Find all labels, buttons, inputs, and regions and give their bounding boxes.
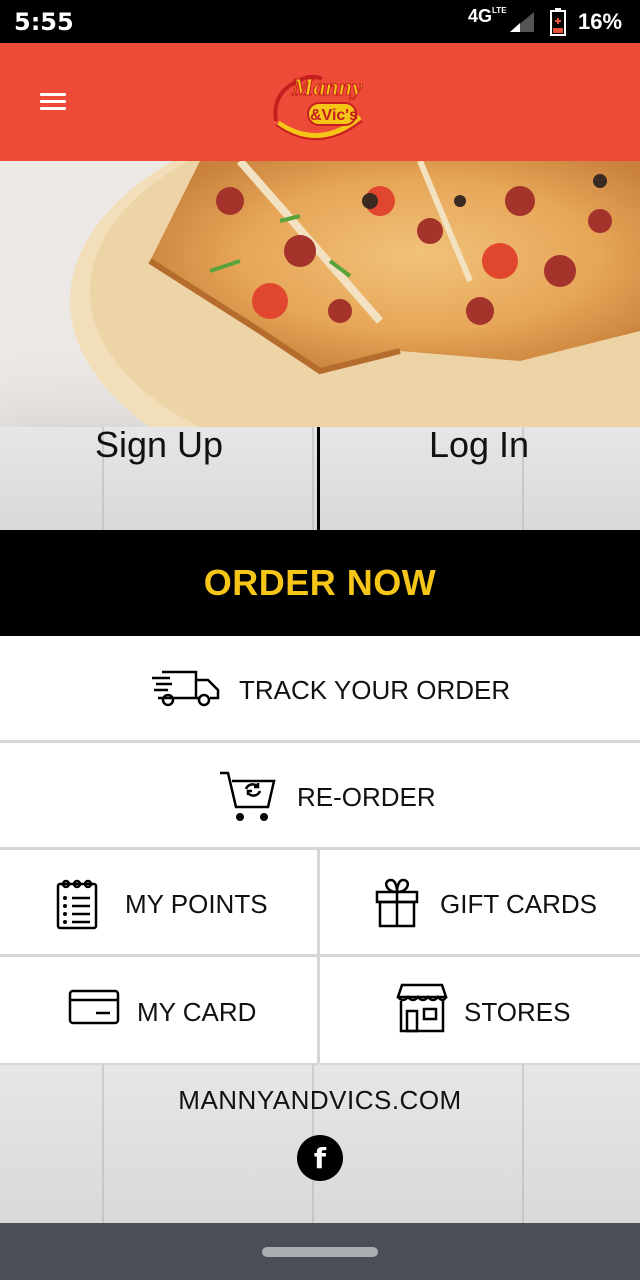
gift-icon — [375, 878, 419, 928]
sign-up-button[interactable]: Sign Up — [0, 424, 318, 530]
credit-card-icon — [68, 989, 120, 1025]
hamburger-menu-icon[interactable] — [40, 93, 66, 111]
svg-text:&Vic's: &Vic's — [310, 107, 358, 124]
log-in-button[interactable]: Log In — [320, 424, 638, 530]
reorder-button[interactable]: RE-ORDER — [0, 743, 640, 850]
home-gesture-pill[interactable] — [262, 1247, 378, 1257]
auth-section: Sign Up Log In — [0, 424, 640, 530]
storefront-icon — [396, 983, 448, 1033]
pizza-illustration — [0, 161, 640, 427]
delivery-truck-icon — [152, 670, 220, 707]
cart-reorder-icon — [220, 771, 276, 821]
my-points-button[interactable]: MY POINTS — [0, 850, 317, 957]
footer: MANNYANDVICS.COM f — [0, 1065, 640, 1223]
battery-icon — [550, 8, 566, 36]
website-link[interactable]: MANNYANDVICS.COM — [0, 1085, 640, 1116]
status-time: 5:55 — [14, 8, 74, 36]
gift-cards-button[interactable]: GIFT CARDS — [320, 850, 640, 957]
track-order-label: TRACK YOUR ORDER — [239, 675, 511, 705]
track-order-button[interactable]: TRACK YOUR ORDER — [0, 636, 640, 743]
reorder-label: RE-ORDER — [297, 782, 436, 812]
points-list-icon — [56, 879, 98, 930]
brand-logo: Manny &Vic's — [273, 75, 364, 141]
order-now-button[interactable]: ORDER NOW — [0, 530, 640, 636]
my-card-label: MY CARD — [137, 997, 257, 1027]
svg-text:Manny: Manny — [291, 75, 363, 101]
sign-up-label: Sign Up — [94, 424, 224, 465]
status-bar: 5:55 4GLTE 16% — [0, 0, 640, 43]
stores-button[interactable]: STORES — [320, 957, 640, 1066]
network-indicator: 4GLTE — [468, 6, 507, 26]
log-in-label: Log In — [428, 424, 530, 465]
my-points-label: MY POINTS — [125, 889, 268, 919]
signal-icon — [510, 12, 534, 32]
my-card-button[interactable]: MY CARD — [0, 957, 317, 1066]
app-header: Manny &Vic's — [0, 43, 640, 161]
gift-cards-label: GIFT CARDS — [440, 889, 597, 919]
hero-pizza-image — [0, 161, 640, 427]
battery-percent: 16% — [578, 9, 623, 34]
stores-label: STORES — [464, 997, 571, 1027]
system-nav-bar — [0, 1223, 640, 1280]
facebook-icon[interactable]: f — [297, 1135, 343, 1181]
